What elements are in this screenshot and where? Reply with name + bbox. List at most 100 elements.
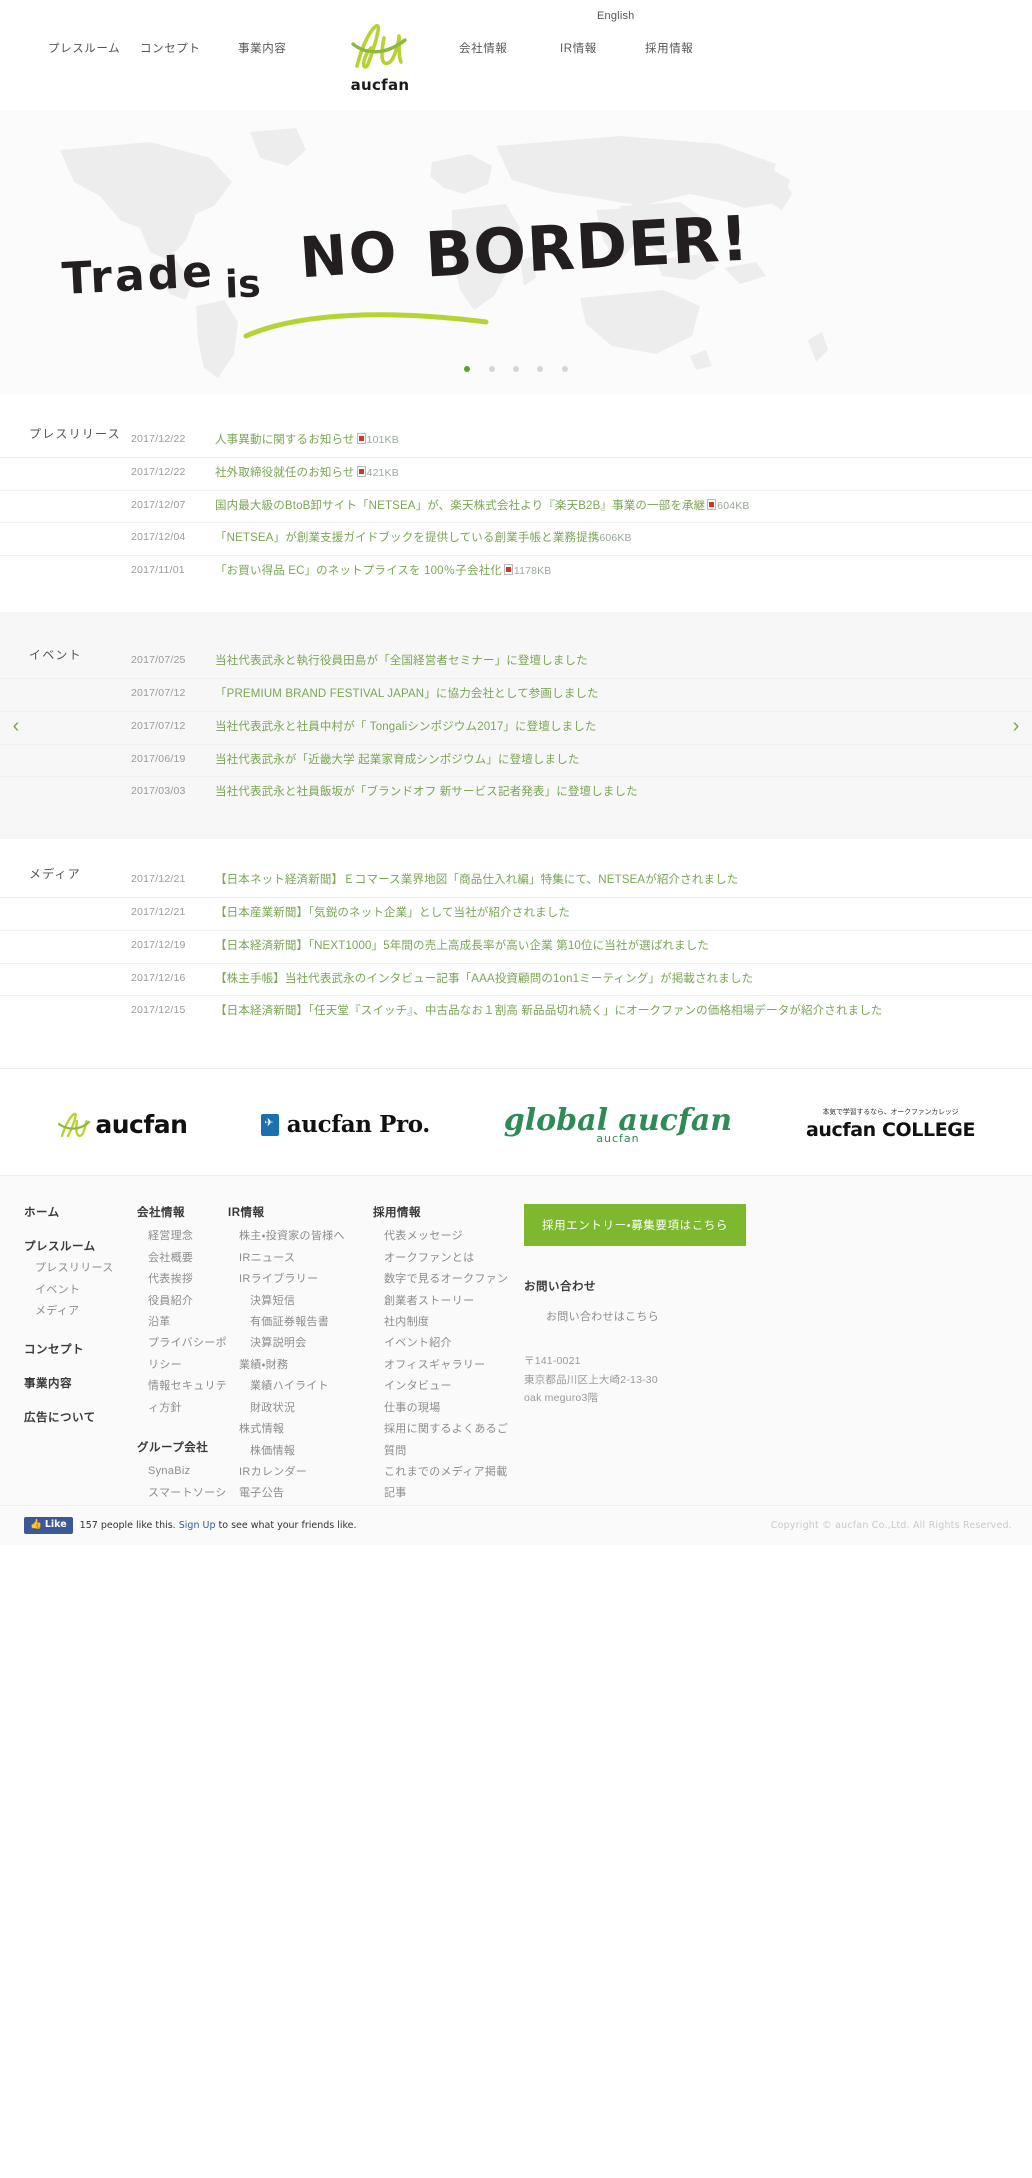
recruit-entry-cta-button[interactable]: 採用エントリー・募集要項はこちら: [524, 1204, 746, 1247]
carousel-dot[interactable]: [464, 366, 471, 372]
footer-link-contact[interactable]: お問い合わせはこちら: [524, 1308, 774, 1324]
footer-link-past-media-coverage[interactable]: これまでのメディア掲載記事: [373, 1462, 518, 1505]
row-title[interactable]: 当社代表武永が「近畿大学 起業家育成シンポジウム」に登壇しました: [215, 752, 1032, 770]
nav-item-ir[interactable]: IR情報: [560, 40, 597, 56]
footer-link-ir-stock-price[interactable]: 株価情報: [228, 1441, 358, 1462]
footer-link-philosophy[interactable]: 経営理念: [137, 1226, 237, 1247]
footer-link-founder-story[interactable]: 創業者ストーリー: [373, 1291, 518, 1312]
footer-link-history[interactable]: 沿革: [137, 1312, 237, 1333]
footer-link-recruit-faq[interactable]: 採用に関するよくあるご質問: [373, 1419, 518, 1462]
footer-link-about-aucfan[interactable]: オークファンとは: [373, 1248, 518, 1269]
site-logo[interactable]: aucfan: [340, 22, 420, 94]
footer-link-security-policy[interactable]: 情報セキュリティ方針: [137, 1376, 237, 1419]
media-row[interactable]: 2017/12/19 【日本経済新聞】「NEXT1000」5年間の売上高成長率が…: [0, 931, 1032, 964]
row-title[interactable]: 当社代表武永と社員中村が「 Tongaliシンポジウム2017」に登壇しました: [215, 719, 1032, 737]
footer-link-executives[interactable]: 役員紹介: [137, 1291, 237, 1312]
row-title[interactable]: 当社代表武永と社員飯坂が「ブランドオフ 新サービス記者発表」に登壇しました: [215, 784, 1032, 802]
footer-link-ir-stock-info[interactable]: 株式情報: [228, 1419, 358, 1440]
media-row[interactable]: 2017/12/16 【株主手帳】当社代表武永のインタビュー記事「AAA投資顧問…: [0, 964, 1032, 997]
footer-link-ceo-greeting[interactable]: 代表挨拶: [137, 1269, 237, 1290]
press-release-row[interactable]: 2017/12/07 国内最大級のBtoB卸サイト「NETSEA」が、楽天株式会…: [0, 491, 1032, 524]
row-title[interactable]: 【日本産業新聞】「気鋭のネット企業」として当社が紹介されました: [215, 905, 1032, 923]
language-link-english[interactable]: English: [597, 10, 634, 22]
footer-link-business[interactable]: 事業内容: [24, 1375, 129, 1391]
footer-link-pressroom[interactable]: プレスルーム: [24, 1238, 129, 1254]
row-title[interactable]: 「お買い得品 EC」のネットプライスを 100％子会社化 1178KB: [215, 563, 1032, 581]
footer-link-ceo-message[interactable]: 代表メッセージ: [373, 1226, 518, 1247]
event-row[interactable]: 2017/06/19 当社代表武永が「近畿大学 起業家育成シンポジウム」に登壇し…: [0, 745, 1032, 778]
footer-link-ir-electronic-notice[interactable]: 電子公告: [228, 1483, 358, 1504]
footer-link-ir-news[interactable]: IRニュース: [228, 1248, 358, 1269]
footer-link-internal-systems[interactable]: 社内制度: [373, 1312, 518, 1333]
row-title[interactable]: 【日本ネット経済新聞】Ｅコマース業界地図「商品仕入れ編」特集にて、NETSEAが…: [215, 872, 1032, 890]
press-release-row[interactable]: 2017/11/01 「お買い得品 EC」のネットプライスを 100％子会社化 1…: [0, 556, 1032, 588]
footer-link-interviews[interactable]: インタビュー: [373, 1376, 518, 1397]
footer-link-office-gallery[interactable]: オフィスギャラリー: [373, 1355, 518, 1376]
partner-logo-global-aucfan[interactable]: global aucfan aucfan: [504, 1103, 732, 1145]
event-row[interactable]: 2017/07/25 当社代表武永と執行役員田島が「全国経営者セミナー」に登壇し…: [0, 646, 1032, 679]
footer-link-privacy-policy[interactable]: プライバシーポリシー: [137, 1333, 237, 1376]
footer-link-ir-earnings-report[interactable]: 決算短信: [228, 1291, 358, 1312]
footer-link-aucfan-in-numbers[interactable]: 数字で見るオークファン: [373, 1269, 518, 1290]
footer-link-overview[interactable]: 会社概要: [137, 1248, 237, 1269]
facebook-like-widget[interactable]: 👍 Like 157 people like this. Sign Up to …: [24, 1517, 357, 1534]
footer-link-media[interactable]: メディア: [24, 1301, 129, 1322]
media-row[interactable]: 2017/12/21 【日本産業新聞】「気鋭のネット企業」として当社が紹介されま…: [0, 898, 1032, 931]
footer-link-workplace[interactable]: 仕事の現場: [373, 1398, 518, 1419]
facebook-like-button[interactable]: 👍 Like: [24, 1517, 73, 1534]
nav-item-pressroom[interactable]: プレスルーム: [48, 40, 120, 56]
footer-link-ir-library[interactable]: IRライブラリー: [228, 1269, 358, 1290]
global-navigation: プレスルーム コンセプト 事業内容 会社情報 IR情報 採用情報: [0, 40, 1032, 64]
carousel-dot[interactable]: [537, 366, 544, 372]
footer-link-press-release[interactable]: プレスリリース: [24, 1258, 129, 1279]
hero-copy: Trade is NO BORDER!: [0, 110, 1032, 395]
nav-item-company[interactable]: 会社情報: [459, 40, 507, 56]
row-title[interactable]: 「PREMIUM BRAND FESTIVAL JAPAN」に協力会社として参画…: [215, 686, 1032, 704]
footer-link-ir-securities-report[interactable]: 有価証券報告書: [228, 1312, 358, 1333]
row-title[interactable]: 当社代表武永と執行役員田島が「全国経営者セミナー」に登壇しました: [215, 653, 1032, 671]
nav-item-recruit[interactable]: 採用情報: [645, 40, 693, 56]
footer-link-event-intro[interactable]: イベント紹介: [373, 1333, 518, 1354]
event-row[interactable]: 2017/03/03 当社代表武永と社員飯坂が「ブランドオフ 新サービス記者発表…: [0, 777, 1032, 809]
carousel-dot[interactable]: [513, 366, 519, 372]
carousel-dot[interactable]: [488, 366, 495, 372]
event-row[interactable]: 2017/07/12 「PREMIUM BRAND FESTIVAL JAPAN…: [0, 679, 1032, 712]
nav-item-business[interactable]: 事業内容: [238, 40, 286, 56]
nav-item-concept[interactable]: コンセプト: [140, 40, 201, 56]
media-row[interactable]: 2017/12/15 【日本経済新聞】「任天堂『スイッチ』、中古品なお１割高 新…: [0, 996, 1032, 1028]
footer-link-ir-earnings-briefing[interactable]: 決算説明会: [228, 1333, 358, 1354]
row-title[interactable]: 【日本経済新聞】「任天堂『スイッチ』、中古品なお１割高 新品品切れ続く」にオーク…: [215, 1003, 1032, 1021]
footer-link-advertising[interactable]: 広告について: [24, 1409, 129, 1425]
footer-link-concept[interactable]: コンセプト: [24, 1341, 129, 1357]
press-release-row[interactable]: 2017/12/22 人事異動に関するお知らせ 101KB: [0, 425, 1032, 458]
footer-link-ir-financial-status[interactable]: 財政状況: [228, 1398, 358, 1419]
row-title[interactable]: 【日本経済新聞】「NEXT1000」5年間の売上高成長率が高い企業 第10位に当…: [215, 938, 1032, 956]
row-title[interactable]: 人事異動に関するお知らせ 101KB: [215, 432, 1032, 450]
carousel-dots[interactable]: [0, 359, 1032, 377]
row-title[interactable]: 【株主手帳】当社代表武永のインタビュー記事「AAA投資顧問の1on1ミーティング…: [215, 971, 1032, 989]
partner-logo-aucfan[interactable]: aucfan: [57, 1110, 188, 1139]
press-release-row[interactable]: 2017/12/04 「NETSEA」が創業支援ガイドブックを提供している創業手…: [0, 523, 1032, 557]
footer-link-ir-shareholders[interactable]: 株主・投資家の皆様へ: [228, 1226, 358, 1247]
footer-link-home[interactable]: ホーム: [24, 1204, 129, 1220]
row-date: 2017/12/19: [131, 938, 186, 951]
media-row[interactable]: 2017/12/21 【日本ネット経済新聞】Ｅコマース業界地図「商品仕入れ編」特…: [0, 865, 1032, 898]
carousel-dot[interactable]: [561, 366, 568, 372]
footer-link-ir-performance[interactable]: 業績・財務: [228, 1355, 358, 1376]
footer-link-ir-calendar[interactable]: IRカレンダー: [228, 1462, 358, 1483]
row-title[interactable]: 国内最大級のBtoB卸サイト「NETSEA」が、楽天株式会社より『楽天B2B』事…: [215, 498, 1032, 516]
row-date: 2017/12/15: [131, 1004, 186, 1017]
row-title[interactable]: 「NETSEA」が創業支援ガイドブックを提供している創業手帳と業務提携606KB: [215, 530, 1032, 548]
event-row[interactable]: 2017/07/12 当社代表武永と社員中村が「 Tongaliシンポジウム20…: [0, 712, 1032, 745]
footer-link-ir-highlights[interactable]: 業績ハイライト: [228, 1376, 358, 1397]
facebook-signup-link[interactable]: Sign Up: [179, 1520, 216, 1531]
hero-carousel[interactable]: Trade is NO BORDER!: [0, 110, 1032, 395]
partner-logo-aucfan-college[interactable]: 本気で学習するなら、オークファンカレッジ aucfan COLLEGE: [806, 1107, 976, 1141]
row-date: 2017/12/16: [131, 971, 186, 984]
footer-link-events[interactable]: イベント: [24, 1280, 129, 1301]
press-release-list: 2017/12/22 人事異動に関するお知らせ 101KB 2017/12/22 …: [0, 425, 1032, 588]
footer-link-synabiz[interactable]: SynaBiz: [137, 1461, 237, 1482]
partner-logo-aucfan-pro[interactable]: aucfan Pro.: [261, 1111, 430, 1138]
press-release-row[interactable]: 2017/12/22 社外取締役就任のお知らせ 421KB: [0, 458, 1032, 491]
row-title[interactable]: 社外取締役就任のお知らせ 421KB: [215, 465, 1032, 483]
